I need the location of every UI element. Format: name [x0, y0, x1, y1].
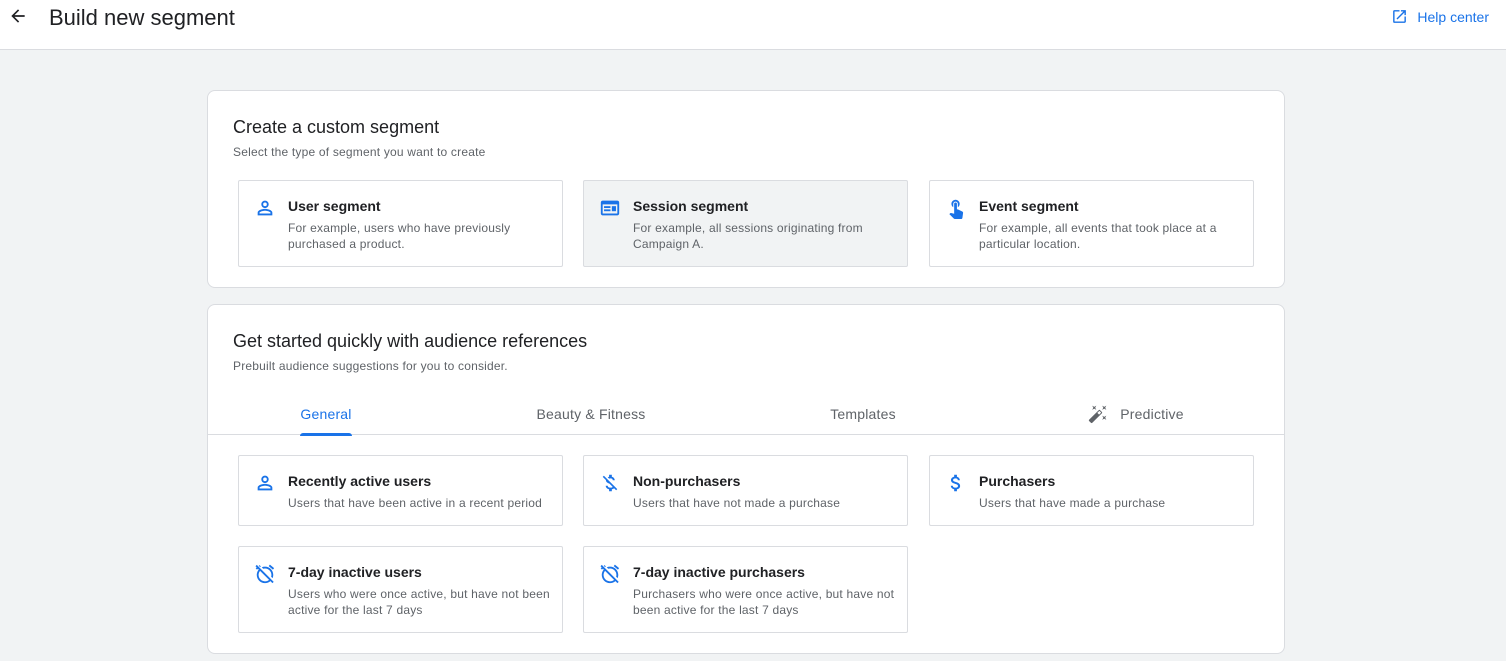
audience-references-card: Get started quickly with audience refere… [207, 304, 1285, 654]
custom-segment-title: Create a custom segment [233, 117, 440, 137]
person-icon [254, 472, 276, 494]
option-description: Purchasers who were once active, but hav… [633, 587, 895, 617]
tab-general[interactable]: General [300, 393, 352, 436]
open-in-new-icon [1391, 8, 1408, 25]
magic-wand-icon [1088, 404, 1108, 424]
option-title: Purchasers [979, 473, 1056, 489]
dollar-icon [945, 472, 967, 494]
active-tab-indicator [300, 433, 352, 436]
help-center-link[interactable]: Help center [1391, 8, 1489, 25]
option-description: For example, all sessions originating fr… [633, 221, 863, 251]
non-purchasers-option[interactable]: Non-purchasers Users that have not made … [583, 455, 908, 526]
alarm-off-icon [599, 563, 621, 585]
audience-references-subtitle: Prebuilt audience suggestions for you to… [233, 359, 508, 373]
option-title: 7-day inactive purchasers [633, 564, 805, 580]
option-title: Non-purchasers [633, 473, 741, 489]
custom-segment-card: Create a custom segment Select the type … [207, 90, 1285, 288]
audience-tabs: General Beauty & Fitness Templates Predi… [208, 393, 1284, 436]
arrow-back-icon [8, 6, 28, 31]
tab-label: Templates [830, 406, 896, 422]
option-description: Users that have made a purchase [979, 496, 1166, 510]
alarm-off-icon [254, 563, 276, 585]
session-icon [599, 197, 621, 219]
audience-references-title: Get started quickly with audience refere… [233, 331, 588, 351]
money-off-icon [599, 472, 621, 494]
option-title: Recently active users [288, 473, 432, 489]
custom-segment-subtitle: Select the type of segment you want to c… [233, 145, 486, 159]
back-button[interactable] [5, 5, 31, 31]
page-title: Build new segment [49, 5, 235, 30]
option-title: 7-day inactive users [288, 564, 422, 580]
option-description: Users that have been active in a recent … [288, 496, 543, 510]
option-title: Session segment [633, 198, 749, 214]
recently-active-users-option[interactable]: Recently active users Users that have be… [238, 455, 563, 526]
touch-icon [945, 197, 967, 219]
purchasers-option[interactable]: Purchasers Users that have made a purcha… [929, 455, 1254, 526]
option-description: Users who were once active, but have not… [288, 587, 550, 617]
tab-predictive[interactable]: Predictive [1078, 393, 1194, 435]
option-title: User segment [288, 198, 381, 214]
tab-templates[interactable]: Templates [823, 393, 903, 435]
top-bar: Build new segment Help center [0, 0, 1506, 50]
option-description: For example, all events that took place … [979, 221, 1217, 251]
session-segment-option[interactable]: Session segment For example, all session… [583, 180, 908, 267]
seven-day-inactive-users-option[interactable]: 7-day inactive users Users who were once… [238, 546, 563, 633]
person-icon [254, 197, 276, 219]
option-title: Event segment [979, 198, 1079, 214]
help-center-label: Help center [1417, 8, 1489, 25]
tab-beauty-fitness[interactable]: Beauty & Fitness [530, 393, 652, 435]
event-segment-option[interactable]: Event segment For example, all events th… [929, 180, 1254, 267]
user-segment-option[interactable]: User segment For example, users who have… [238, 180, 563, 267]
seven-day-inactive-purchasers-option[interactable]: 7-day inactive purchasers Purchasers who… [583, 546, 908, 633]
option-description: For example, users who have previously p… [288, 221, 511, 251]
tab-label: General [300, 406, 352, 422]
tab-label: Beauty & Fitness [536, 406, 646, 422]
option-description: Users that have not made a purchase [633, 496, 841, 510]
tab-label: Predictive [1120, 406, 1184, 422]
